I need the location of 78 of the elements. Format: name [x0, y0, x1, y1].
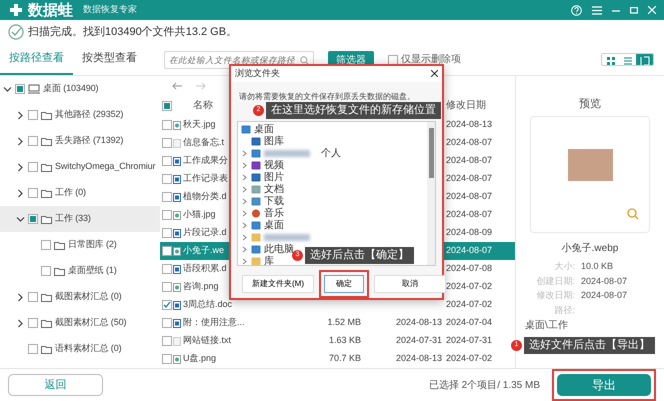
callout-text: 在这里选好恢复文件的新存储位置: [266, 102, 441, 120]
modified-date: 2024-08-13: [446, 119, 492, 130]
file-name: 网站链接.txt: [183, 334, 232, 348]
modified-date: 2024-07-02: [446, 281, 492, 292]
file-name: 秋天.jpg: [183, 118, 216, 132]
modified-date: 2024-08-07: [446, 245, 492, 256]
column-header: 名称: [193, 99, 213, 113]
file-name: 信息备忘.t: [183, 136, 224, 150]
checkbox-label: 仅显示删除项: [401, 53, 461, 67]
file-name: 植物分类.d: [183, 190, 227, 204]
modified-date: 2024-07-31: [446, 335, 492, 346]
modified-date: 2024-07-02: [446, 299, 492, 310]
field-label: 创建日期:: [535, 274, 575, 288]
folder-label: 个人: [321, 148, 341, 159]
dialog-message: 请勿将需要恢复的文件保存到原丢失数据的磁盘。: [238, 90, 416, 103]
file-name: 附：使用注意...: [183, 316, 245, 330]
field-value: 10.0 KB: [581, 260, 614, 273]
field-label: 修改日期:: [535, 289, 575, 302]
selection-summary: 已选择 2个项目/ 1.35 MB: [428, 378, 540, 392]
tree-label: 其他路径 (29352): [55, 108, 124, 122]
tree-label: 桌面壁纸 (1): [68, 264, 117, 278]
preview-title: 预览: [579, 96, 601, 112]
file-name: 片段记录.d: [183, 226, 227, 240]
folder-label: 文档: [264, 184, 284, 195]
modified-date: 2024-07-04: [446, 317, 492, 328]
field-value: 2024-08-07: [581, 289, 628, 302]
modified-date: 2024-08-07: [446, 191, 492, 202]
modified-date: 2024-07-08: [446, 263, 492, 274]
file-name: 3周总结.doc: [183, 298, 232, 312]
tree-label: 工作 (33): [55, 212, 91, 226]
folder-label: 桌面: [254, 124, 274, 135]
folder-label: 视频: [264, 160, 284, 171]
file-name: 咨询.png: [183, 280, 219, 294]
field-value: 桌面\工作: [525, 318, 569, 333]
tree-label: 语料素材汇总 (0): [55, 342, 122, 356]
column-header: 修改日期: [446, 100, 486, 111]
file-name: 工作记录表: [183, 172, 228, 186]
file-name: 工作成果分: [183, 154, 228, 168]
folder-label: 图库: [264, 136, 284, 147]
tree-label: 截图素材汇总 (50): [55, 316, 126, 330]
modified-date: 2024-08-07: [446, 155, 492, 166]
tree-label: 日常图库 (2): [68, 238, 117, 252]
modified-date: 2024-07-02: [446, 353, 492, 364]
folder-label: 桌面: [264, 220, 284, 231]
field-value: 2024-08-07: [581, 274, 628, 288]
tree-label: 丢失路径 (71392): [55, 134, 124, 148]
tree-label: SwitchyOmega_Chromiur: [55, 160, 156, 174]
modified-date: 2024-08-07: [446, 173, 492, 184]
file-name: 小兔子.we: [183, 244, 224, 258]
app-subtitle: 数据恢复专家: [83, 3, 137, 16]
file-name: 小猫.jpg: [183, 208, 216, 222]
created-date: 2024-08-13: [396, 353, 442, 364]
preview-file-name: 小兔子.webp: [562, 242, 618, 256]
file-size: 70.7 KB: [328, 353, 361, 364]
created-date: 2024-08-13: [396, 317, 442, 328]
callout-text: 选好后点击【确定】: [305, 247, 414, 264]
tree-label: 工作 (0): [55, 186, 86, 200]
folder-label: 音乐: [264, 208, 284, 219]
folder-label: 下载: [264, 196, 284, 207]
file-name: U盘.png: [183, 352, 216, 366]
tree-label: 桌面 (103490): [43, 82, 98, 96]
file-size: 1.52 MB: [327, 317, 361, 328]
app-logo: 数据蛙: [28, 2, 73, 18]
file-size: 1.63 KB: [328, 335, 361, 346]
folder-label: 此电脑: [264, 244, 294, 255]
dialog-title: 浏览文件夹: [235, 67, 280, 80]
modified-date: 2024-08-09: [446, 227, 492, 238]
callout-text: 选好文件后点击【导出】: [524, 337, 655, 354]
status-message: 扫描完成。找到103490个文件共13.2 GB。: [28, 24, 238, 40]
file-name: 语段积累.d: [183, 262, 227, 276]
modified-date: 2024-08-07: [446, 209, 492, 220]
tree-label: 截图素材汇总 (0): [55, 290, 122, 304]
folder-label: 库: [264, 256, 274, 265]
created-date: 2024-07-31: [396, 335, 442, 346]
modified-date: 2024-08-07: [446, 137, 492, 148]
field-label: 大小:: [553, 260, 575, 273]
field-label: 路径:: [553, 304, 575, 316]
folder-label: 图片: [264, 172, 284, 183]
